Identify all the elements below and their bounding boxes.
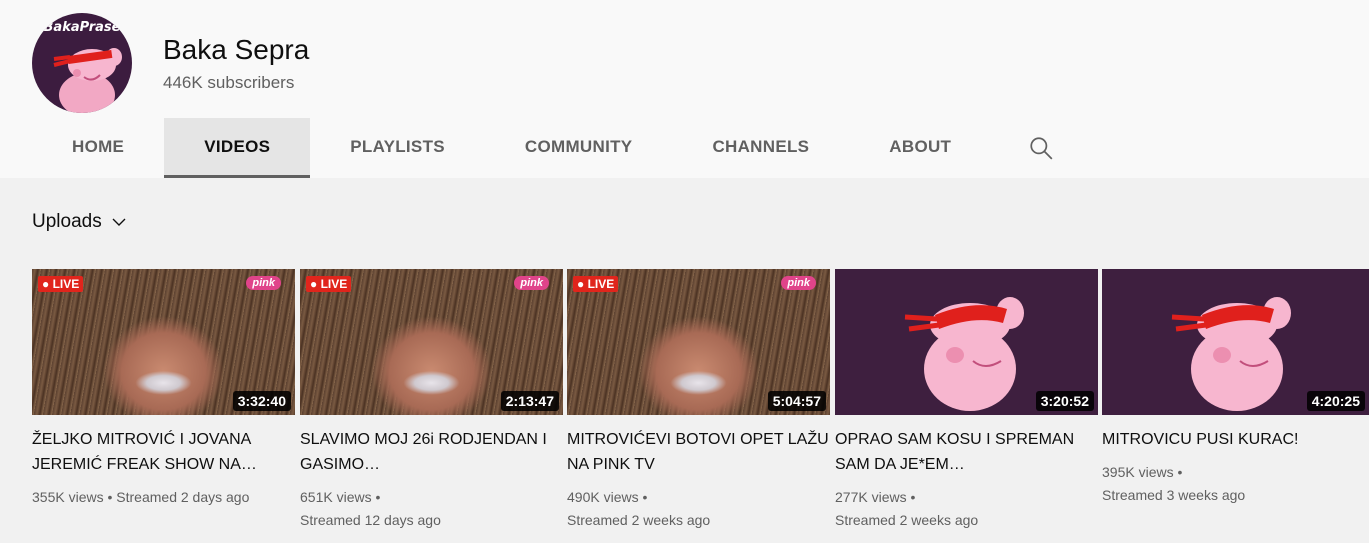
- video-thumbnail[interactable]: ● LIVE pink 3:32:40: [32, 269, 295, 415]
- view-count: 277K views: [835, 489, 907, 505]
- tab-community[interactable]: COMMUNITY: [485, 118, 673, 175]
- channel-search-button[interactable]: [1011, 118, 1071, 178]
- video-title[interactable]: MITROVICU PUSI KURAC!: [1102, 427, 1369, 452]
- view-count: 651K views: [300, 489, 372, 505]
- channel-name: Baka Sepra: [163, 34, 310, 65]
- tab-home[interactable]: HOME: [32, 118, 164, 175]
- video-age: Streamed 12 days ago: [300, 512, 441, 528]
- channel-avatar[interactable]: BakaPrase: [32, 13, 132, 113]
- video-card: ● LIVE pink 3:32:40 ŽELJKO MITROVIĆ I JO…: [32, 269, 295, 509]
- view-count: 355K views: [32, 489, 104, 505]
- pink-tv-logo: pink: [781, 276, 816, 290]
- video-card: 3:20:52 OPRAO SAM KOSU I SPREMAN SAM DA …: [835, 269, 1098, 532]
- video-duration: 3:20:52: [1035, 391, 1094, 411]
- video-meta: 490K views • Streamed 2 weeks ago: [567, 489, 711, 528]
- chevron-down-icon: [112, 218, 126, 226]
- video-title[interactable]: SLAVIMO MOJ 26i RODJENDAN I GASIMO…: [300, 427, 563, 477]
- view-count: 395K views: [1102, 464, 1174, 480]
- peppa-pig-icon: [53, 48, 122, 113]
- tab-playlists[interactable]: PLAYLISTS: [310, 118, 485, 175]
- video-meta: 277K views • Streamed 2 weeks ago: [835, 489, 979, 528]
- video-age: Streamed 2 weeks ago: [567, 512, 711, 528]
- pink-tv-logo: pink: [246, 276, 281, 290]
- video-title[interactable]: ŽELJKO MITROVIĆ I JOVANA JEREMIĆ FREAK S…: [32, 427, 295, 477]
- tab-channels[interactable]: CHANNELS: [672, 118, 849, 175]
- uploads-label: Uploads: [32, 211, 102, 232]
- live-badge: ● LIVE: [573, 276, 619, 292]
- video-thumbnail[interactable]: 3:20:52: [835, 269, 1098, 415]
- uploads-dropdown[interactable]: Uploads: [32, 211, 128, 233]
- search-icon: [1030, 137, 1053, 160]
- video-meta: 355K views • Streamed 2 days ago: [32, 489, 250, 505]
- video-age: Streamed 3 weeks ago: [1102, 487, 1246, 503]
- channel-header: BakaPrase Baka Sepra 446K subscribers HO…: [0, 0, 1369, 178]
- live-badge: ● LIVE: [38, 276, 84, 292]
- video-card: ● LIVE pink 2:13:47 SLAVIMO MOJ 26i RODJ…: [300, 269, 563, 532]
- video-thumbnail[interactable]: ● LIVE pink 5:04:57: [567, 269, 830, 415]
- channel-tabs: HOME VIDEOS PLAYLISTS COMMUNITY CHANNELS…: [32, 118, 1071, 178]
- video-duration: 5:04:57: [767, 391, 826, 411]
- video-age: Streamed 2 days ago: [116, 489, 250, 505]
- tab-videos[interactable]: VIDEOS: [164, 118, 311, 178]
- video-title[interactable]: MITROVIĆEVI BOTOVI OPET LAŽU NA PINK TV: [567, 427, 830, 477]
- video-card: 4:20:25 MITROVICU PUSI KURAC! 395K views…: [1102, 269, 1369, 507]
- video-meta: 395K views • Streamed 3 weeks ago: [1102, 464, 1246, 503]
- video-duration: 4:20:25: [1306, 391, 1365, 411]
- live-badge: ● LIVE: [306, 276, 352, 292]
- view-count: 490K views: [567, 489, 639, 505]
- video-card: ● LIVE pink 5:04:57 MITROVIĆEVI BOTOVI O…: [567, 269, 830, 532]
- video-title[interactable]: OPRAO SAM KOSU I SPREMAN SAM DA JE*EM…: [835, 427, 1098, 477]
- subscriber-count: 446K subscribers: [163, 73, 295, 92]
- video-duration: 2:13:47: [500, 391, 559, 411]
- video-age: Streamed 2 weeks ago: [835, 512, 979, 528]
- video-thumbnail[interactable]: ● LIVE pink 2:13:47: [300, 269, 563, 415]
- video-thumbnail[interactable]: 4:20:25: [1102, 269, 1369, 415]
- tab-about[interactable]: ABOUT: [849, 118, 991, 175]
- video-duration: 3:32:40: [232, 391, 291, 411]
- video-meta: 651K views • Streamed 12 days ago: [300, 489, 441, 528]
- pink-tv-logo: pink: [514, 276, 549, 290]
